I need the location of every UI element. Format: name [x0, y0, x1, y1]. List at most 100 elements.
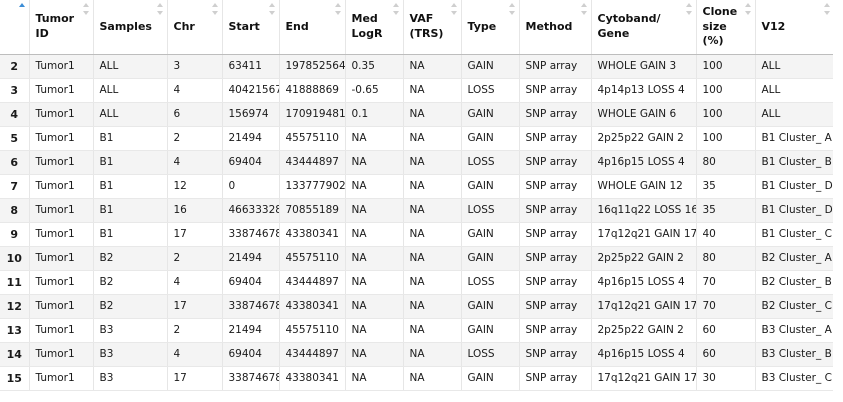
table-cell: 17: [167, 294, 223, 319]
table-cell: NA: [403, 150, 462, 175]
table-cell: NA: [403, 78, 462, 103]
table-cell: 43444897: [279, 150, 346, 175]
table-cell: GAIN: [461, 174, 520, 199]
column-header[interactable]: VAF (TRS): [403, 0, 462, 55]
sort-arrows-icon[interactable]: [581, 3, 588, 15]
column-header[interactable]: V12: [755, 0, 833, 55]
table-cell: 35: [696, 198, 756, 223]
sort-arrows-icon[interactable]: [335, 3, 342, 15]
table-cell: Tumor1: [29, 150, 94, 175]
table-cell: LOSS: [461, 342, 520, 367]
table-cell: 2: [167, 126, 223, 151]
row-number-cell: 4: [0, 102, 30, 127]
column-header[interactable]: Samples: [93, 0, 168, 55]
table-cell: NA: [345, 342, 404, 367]
column-header[interactable]: Start: [222, 0, 280, 55]
table-cell: B1: [93, 126, 168, 151]
table-cell: 4: [167, 342, 223, 367]
sort-arrows-icon[interactable]: [212, 3, 219, 15]
table-cell: B3 Cluster_ A: [755, 318, 833, 343]
table-cell: Tumor1: [29, 318, 94, 343]
table-cell: NA: [345, 270, 404, 295]
sort-arrows-icon[interactable]: [269, 3, 276, 15]
table-cell: SNP array: [519, 318, 592, 343]
sort-arrows-icon[interactable]: [393, 3, 400, 15]
table-cell: 100: [696, 54, 756, 79]
sort-arrows-icon[interactable]: [451, 3, 458, 15]
table-cell: ALL: [755, 54, 833, 79]
column-header[interactable]: Method: [519, 0, 592, 55]
table-cell: 21494: [222, 246, 280, 271]
table-cell: 17: [167, 366, 223, 391]
table-cell: SNP array: [519, 246, 592, 271]
table-cell: NA: [345, 318, 404, 343]
table-cell: B1: [93, 150, 168, 175]
sort-arrows-icon[interactable]: [83, 3, 90, 15]
column-header-label: VAF (TRS): [409, 12, 444, 40]
column-header[interactable]: End: [279, 0, 346, 55]
table-cell: 100: [696, 126, 756, 151]
row-number-cell: 6: [0, 150, 30, 175]
table-cell: SNP array: [519, 126, 592, 151]
sort-arrows-icon[interactable]: [823, 3, 830, 15]
table-cell: SNP array: [519, 198, 592, 223]
table-cell: GAIN: [461, 318, 520, 343]
column-header-label: Med LogR: [351, 12, 383, 40]
table-cell: 35: [696, 174, 756, 199]
table-cell: NA: [403, 366, 462, 391]
sort-arrows-icon[interactable]: [19, 3, 26, 15]
table-cell: 69404: [222, 342, 280, 367]
table-cell: NA: [403, 198, 462, 223]
table-cell: GAIN: [461, 222, 520, 247]
table-cell: 60: [696, 342, 756, 367]
row-number-cell: 9: [0, 222, 30, 247]
column-header-label: Chr: [173, 19, 195, 33]
row-number-cell: 14: [0, 342, 30, 367]
sort-arrows-icon[interactable]: [157, 3, 164, 15]
table-cell: 45575110: [279, 126, 346, 151]
table-row: 4 Tumor1 ALL 6 156974 170919481 0.1 NA GAIN SNP a…: [0, 102, 833, 127]
data-table: Tumor ID Samples Chr Start End Med LogR VAF (T…: [0, 0, 833, 391]
table-cell: NA: [403, 222, 462, 247]
column-header[interactable]: Chr: [167, 0, 223, 55]
table-cell: NA: [403, 126, 462, 151]
table-cell: 0: [222, 174, 280, 199]
table-cell: 2p25p22 GAIN 2: [591, 318, 697, 343]
header-row: Tumor ID Samples Chr Start End Med LogR VAF (T…: [0, 0, 833, 55]
table-cell: 33874678: [222, 294, 280, 319]
table-cell: 80: [696, 150, 756, 175]
vertical-scrollbar[interactable]: [834, 0, 843, 402]
table-cell: 16: [167, 198, 223, 223]
table-cell: 41888869: [279, 78, 346, 103]
column-header[interactable]: Tumor ID: [29, 0, 94, 55]
table-cell: B3: [93, 366, 168, 391]
table-cell: NA: [345, 150, 404, 175]
table-cell: B2 Cluster_ B: [755, 270, 833, 295]
column-header-label: Samples: [99, 19, 152, 33]
table-cell: Tumor1: [29, 246, 94, 271]
column-header[interactable]: Cytoband/ Gene: [591, 0, 697, 55]
sort-arrows-icon[interactable]: [686, 3, 693, 15]
table-cell: ALL: [93, 78, 168, 103]
sort-arrows-icon[interactable]: [509, 3, 516, 15]
column-header[interactable]: Clone size (%): [696, 0, 756, 55]
table-cell: GAIN: [461, 54, 520, 79]
table-row: 12 Tumor1 B2 17 33874678 43380341 NA NA GAIN SNP …: [0, 294, 833, 319]
table-cell: GAIN: [461, 294, 520, 319]
table-cell: NA: [403, 102, 462, 127]
table-cell: 4p14p13 LOSS 4: [591, 78, 697, 103]
table-cell: 4: [167, 270, 223, 295]
table-cell: 100: [696, 78, 756, 103]
table-cell: SNP array: [519, 342, 592, 367]
row-number-cell: 13: [0, 318, 30, 343]
table-cell: Tumor1: [29, 222, 94, 247]
column-header[interactable]: Med LogR: [345, 0, 404, 55]
table-cell: NA: [345, 222, 404, 247]
table-cell: 21494: [222, 318, 280, 343]
table-cell: 2p25p22 GAIN 2: [591, 126, 697, 151]
column-header[interactable]: Type: [461, 0, 520, 55]
sort-arrows-icon[interactable]: [745, 3, 752, 15]
column-header-label: Type: [467, 19, 497, 33]
table-cell: 70855189: [279, 198, 346, 223]
table-cell: WHOLE GAIN 12: [591, 174, 697, 199]
